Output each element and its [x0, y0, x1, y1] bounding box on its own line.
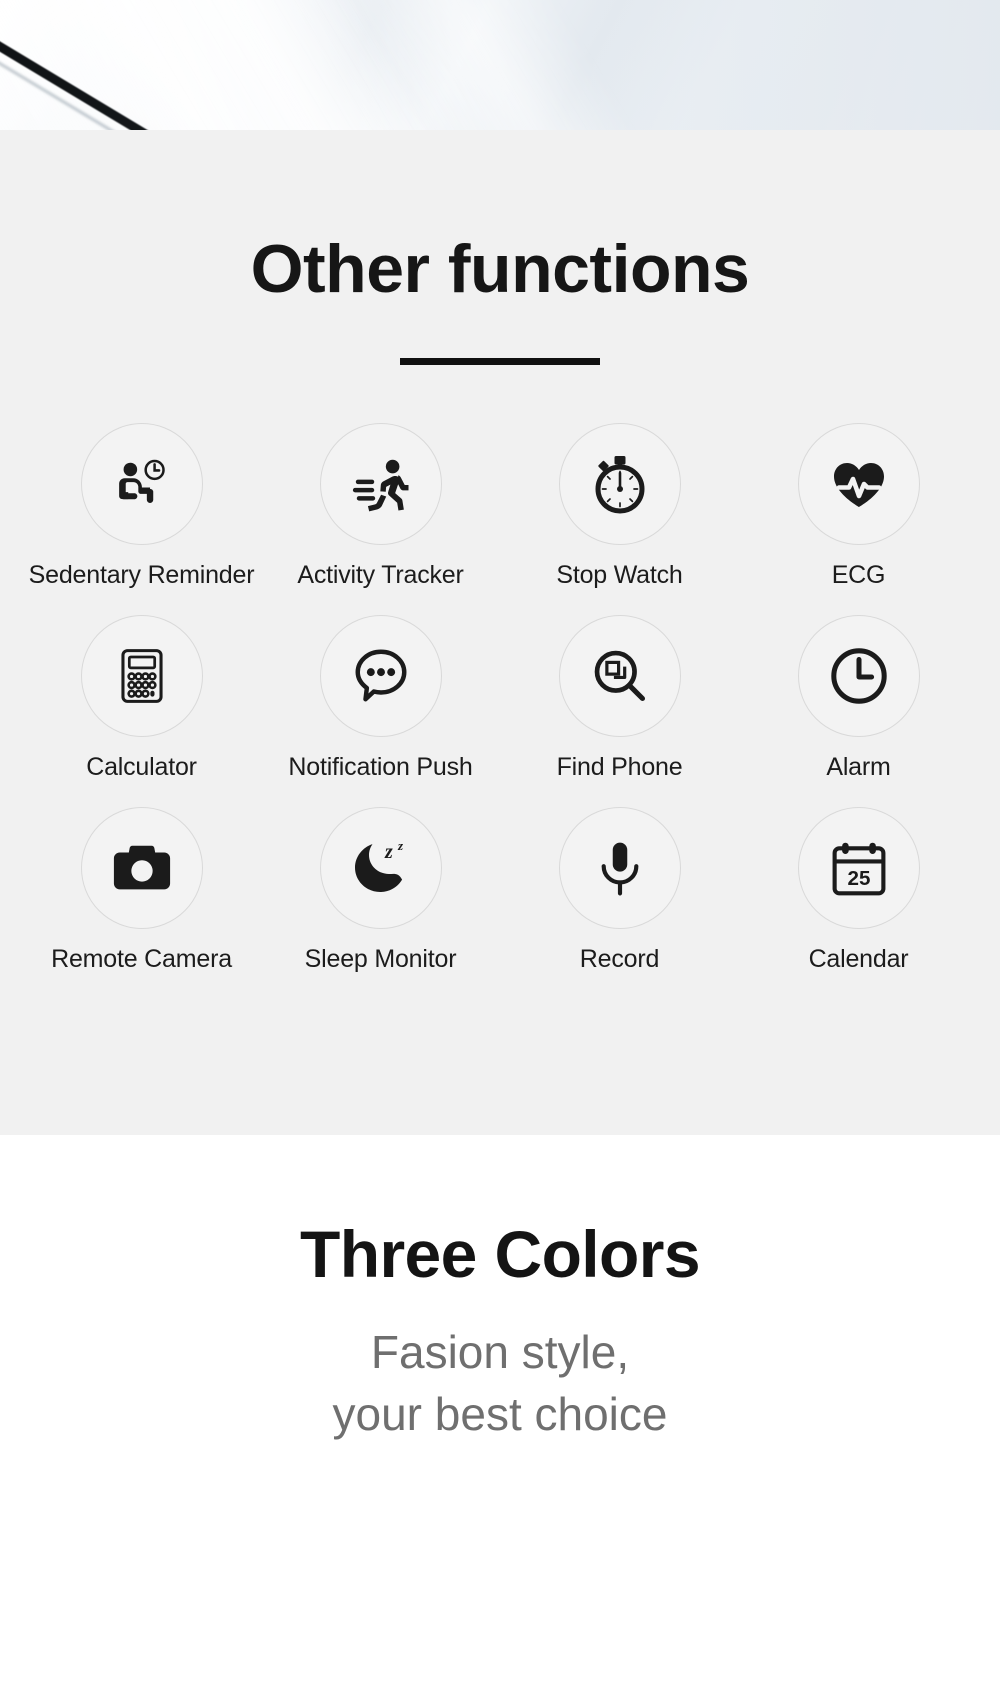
calendar-day-number: 25: [847, 867, 870, 890]
function-label: Sedentary Reminder: [28, 561, 255, 589]
icon-circle: [797, 615, 920, 737]
function-label: Alarm: [826, 753, 891, 781]
title-divider: [400, 358, 600, 365]
photo-right-haze: [580, 0, 1000, 130]
moon-z-icon: z z: [349, 836, 413, 900]
function-item-find-phone[interactable]: Find Phone: [500, 615, 739, 782]
three-colors-section: Three Colors Fasion style, your best cho…: [0, 1135, 1000, 1703]
function-item-remote-camera[interactable]: Remote Camera: [22, 807, 261, 974]
function-item-notification-push[interactable]: Notification Push: [261, 615, 500, 782]
icon-circle: [797, 423, 920, 545]
calendar-icon: 25: [829, 838, 889, 898]
icon-circle: [80, 615, 203, 737]
function-item-activity-tracker[interactable]: Activity Tracker: [261, 423, 500, 590]
heart-pulse-icon: [827, 452, 891, 516]
function-item-stop-watch[interactable]: Stop Watch: [500, 423, 739, 590]
icon-circle: z z: [319, 807, 442, 929]
function-label: Calendar: [808, 945, 909, 973]
function-label: Remote Camera: [51, 945, 232, 973]
function-label: Sleep Monitor: [304, 945, 457, 973]
function-item-calendar[interactable]: 25 Calendar: [739, 807, 978, 974]
function-label: Activity Tracker: [297, 561, 464, 589]
icon-circle: [80, 423, 203, 545]
function-item-calculator[interactable]: Calculator: [22, 615, 261, 782]
colors-subtitle-line-2: your best choice: [332, 1388, 668, 1441]
other-functions-section: Other functions Sedentary Reminder Activ…: [0, 130, 1000, 1135]
function-label: Calculator: [86, 753, 197, 781]
sedentary-reminder-icon: [111, 453, 173, 515]
function-item-record[interactable]: Record: [500, 807, 739, 974]
chat-bubble-dots-icon: [350, 645, 412, 707]
function-label: Find Phone: [556, 753, 683, 781]
function-item-sleep-monitor[interactable]: z z Sleep Monitor: [261, 807, 500, 974]
stopwatch-icon: [588, 452, 652, 516]
clock-icon: [828, 645, 890, 707]
colors-subtitle: Fasion style, your best choice: [0, 1321, 1000, 1445]
page-title: Other functions: [250, 231, 750, 307]
function-item-ecg[interactable]: ECG: [739, 423, 978, 590]
running-person-icon: [350, 453, 412, 515]
icon-circle: [558, 615, 681, 737]
magnifier-phone-icon: [590, 646, 650, 706]
colors-subtitle-line-1: Fasion style,: [370, 1326, 630, 1378]
function-label: Record: [579, 945, 660, 973]
function-label: Stop Watch: [556, 561, 683, 589]
function-label: ECG: [831, 561, 886, 589]
icon-circle: [319, 423, 442, 545]
function-label: Notification Push: [288, 753, 473, 781]
icon-circle: 25: [797, 807, 920, 929]
icon-circle: [80, 807, 203, 929]
colors-title: Three Colors: [300, 1217, 700, 1291]
icon-circle: [558, 807, 681, 929]
product-photo-band: [0, 0, 1000, 130]
functions-grid: Sedentary Reminder Activity Tracker Stop…: [0, 423, 1000, 974]
function-item-sedentary-reminder[interactable]: Sedentary Reminder: [22, 423, 261, 590]
calculator-icon: [113, 647, 171, 705]
icon-circle: [558, 423, 681, 545]
microphone-icon: [591, 839, 649, 897]
function-item-alarm[interactable]: Alarm: [739, 615, 978, 782]
svg-text:z: z: [384, 841, 393, 863]
icon-circle: [319, 615, 442, 737]
svg-text:z: z: [397, 838, 404, 853]
camera-icon: [111, 837, 173, 899]
